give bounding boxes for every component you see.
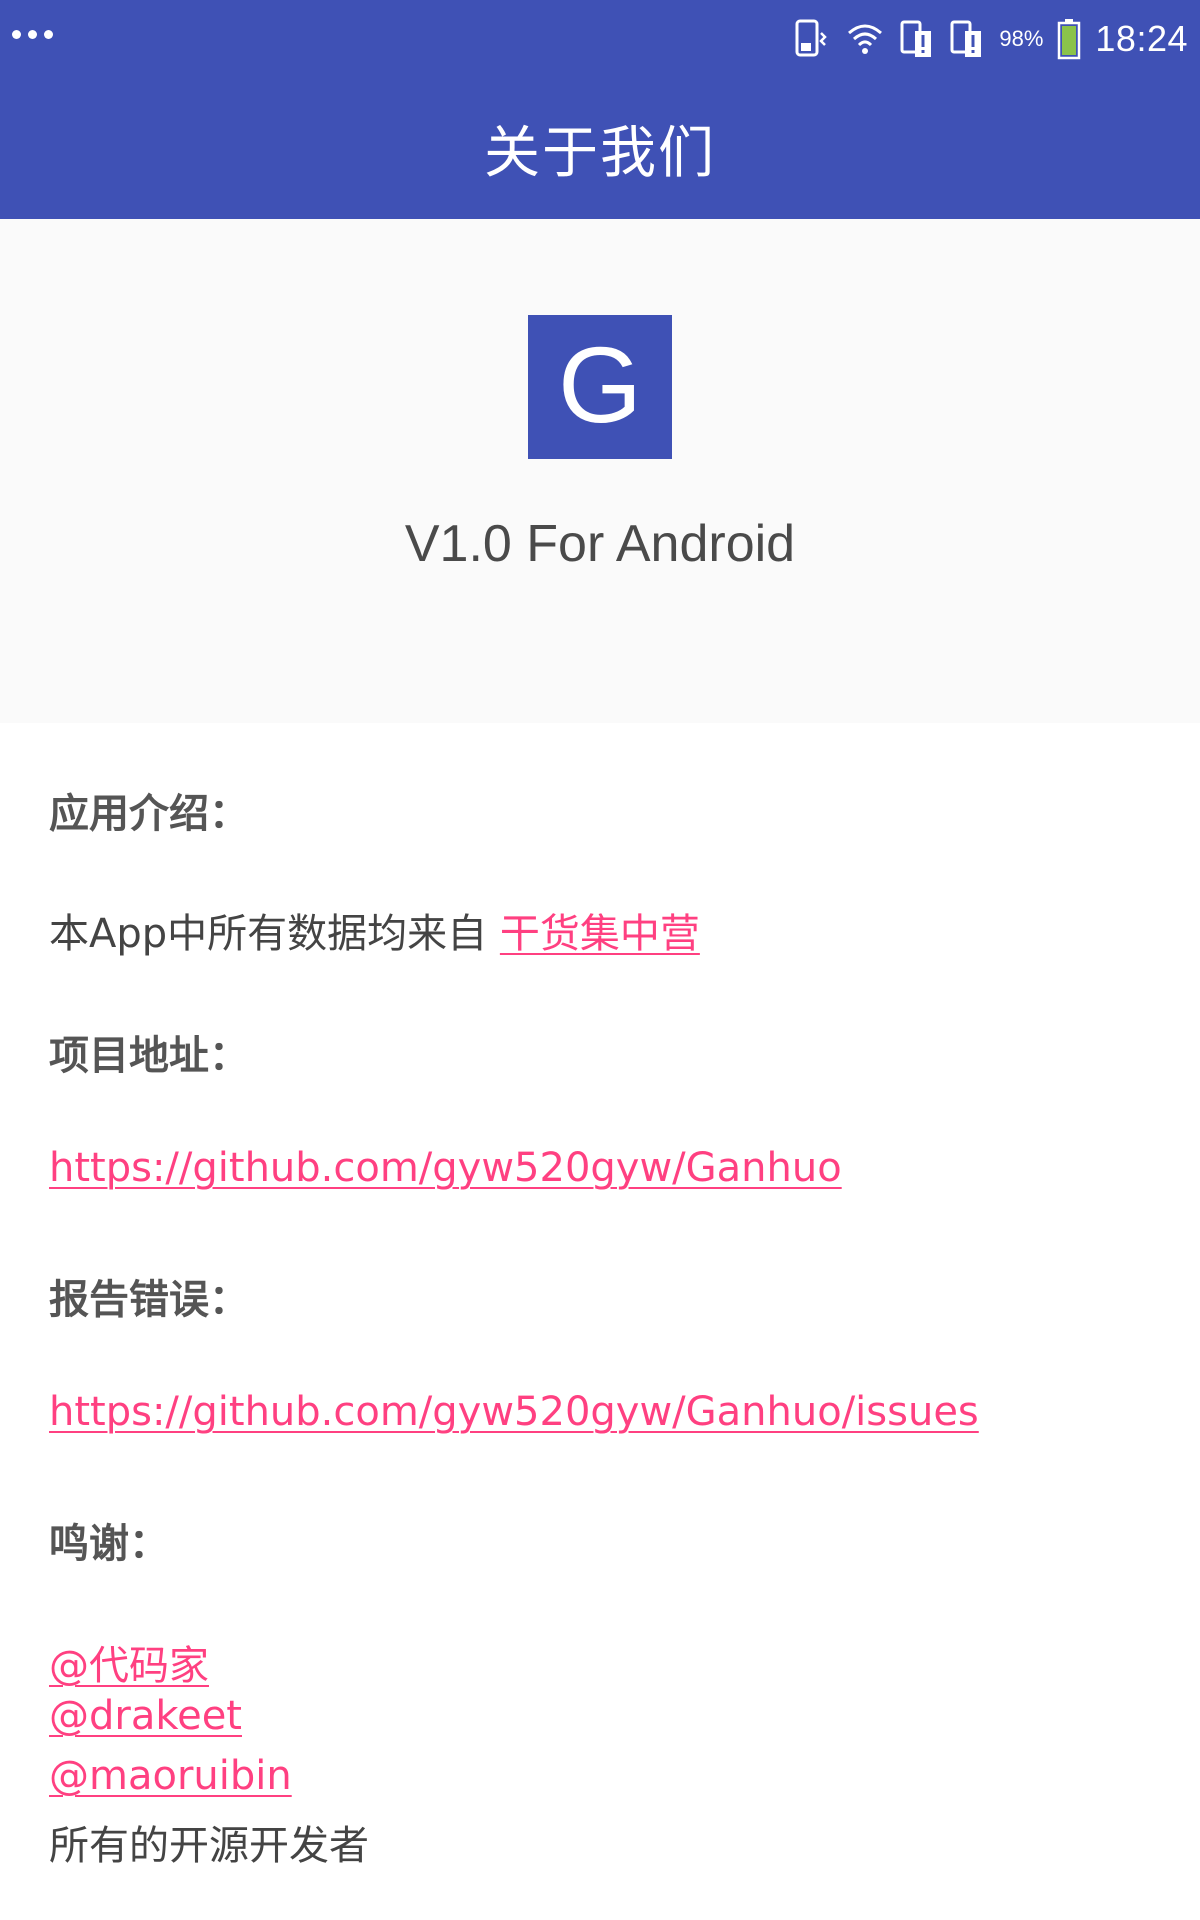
sim-alert-icon [899, 19, 935, 59]
intro-text: 本App中所有数据均来自 [49, 911, 488, 957]
thanks-text: 所有的开源开发者 [49, 1823, 369, 1869]
report-label: 报告错误： [49, 1277, 249, 1323]
more-dots-icon [12, 30, 53, 39]
status-bar: 98% 18:24 [0, 0, 1200, 78]
sim-alert-icon [949, 19, 985, 59]
status-icons: 98% 18:24 [791, 0, 1188, 78]
project-link[interactable]: https://github.com/gyw520gyw/Ganhuo [49, 1145, 842, 1191]
project-label: 项目地址： [49, 1033, 249, 1079]
vibrate-icon [791, 17, 831, 61]
issues-link[interactable]: https://github.com/gyw520gyw/Ganhuo/issu… [49, 1389, 979, 1435]
wifi-icon [845, 21, 885, 57]
version-label: V1.0 For Android [404, 515, 796, 573]
battery-percent: 98% [999, 26, 1044, 51]
thanks-link-daimajia[interactable]: @代码家 [49, 1643, 209, 1689]
about-header: G V1.0 For Android [0, 219, 1200, 723]
thanks-link-drakeet[interactable]: @drakeet [49, 1693, 242, 1739]
intro-line: 本App中所有数据均来自 干货集中营 [49, 901, 700, 959]
toolbar: 关于我们 [0, 78, 1200, 219]
app-logo: G [528, 315, 672, 459]
app-logo-letter: G [557, 324, 642, 445]
battery-icon [1057, 18, 1081, 60]
thanks-label: 鸣谢： [49, 1521, 169, 1567]
status-time: 18:24 [1095, 18, 1188, 59]
page-title: 关于我们 [484, 121, 716, 186]
thanks-link-maoruibin[interactable]: @maoruibin [49, 1753, 292, 1799]
ganhuo-link[interactable]: 干货集中营 [500, 911, 700, 957]
intro-label: 应用介绍： [49, 791, 249, 837]
